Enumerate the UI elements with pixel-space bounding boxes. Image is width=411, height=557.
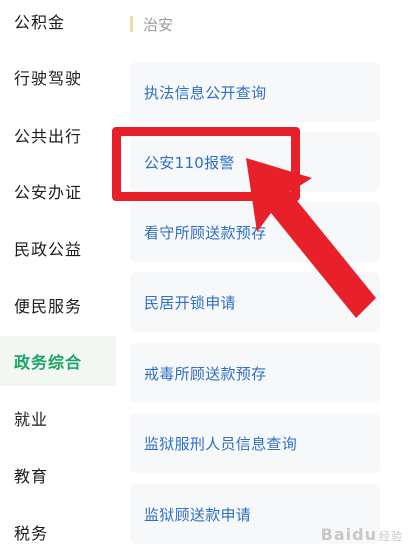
service-card-label: 戒毒所顾送款预存 (144, 364, 267, 383)
sidebar-item-public-transit[interactable]: 公共出行 (0, 110, 116, 160)
service-card-label: 民居开锁申请 (144, 293, 236, 312)
service-card[interactable]: 戒毒所顾送款预存 (130, 343, 380, 403)
sidebar-item-civil-affairs[interactable]: 民政公益 (0, 223, 116, 273)
sidebar-item-label: 就业 (14, 410, 49, 429)
sidebar-item-label: 政务综合 (14, 353, 83, 372)
category-sidebar: 公积金 行驶驾驶 公共出行 公安办证 民政公益 便民服务 政务综合 就业 教育 … (0, 0, 116, 550)
service-panel: 治安 执法信息公开查询 公安110报警 看守所顾送款预存 民居开锁申请 戒毒所顾… (116, 0, 411, 550)
sidebar-item-government-affairs[interactable]: 政务综合 (0, 336, 116, 386)
sidebar-item-label: 教育 (14, 467, 49, 486)
section-title: 治安 (143, 15, 174, 34)
sidebar-item-convenience[interactable]: 便民服务 (0, 280, 116, 330)
sidebar-item-label: 公安办证 (14, 183, 83, 202)
watermark-brand: Baidu (320, 525, 377, 544)
sidebar-item-employment[interactable]: 就业 (0, 393, 116, 443)
service-card[interactable]: 民居开锁申请 (130, 272, 380, 332)
section-accent-bar (130, 16, 133, 32)
sidebar-item-driving[interactable]: 行驶驾驶 (0, 52, 116, 102)
sidebar-item-label: 公积金 (14, 13, 66, 32)
sidebar-item-police-certificates[interactable]: 公安办证 (0, 166, 116, 216)
watermark-suffix: 经验 (379, 530, 403, 543)
sidebar-item-education[interactable]: 教育 (0, 450, 116, 500)
sidebar-item-label: 公共出行 (14, 127, 83, 146)
sidebar-item-label: 民政公益 (14, 240, 83, 259)
service-card[interactable]: 执法信息公开查询 (130, 62, 380, 122)
section-header: 治安 (130, 12, 173, 36)
service-card-label: 监狱服刑人员信息查询 (144, 434, 298, 453)
watermark: Baidu 经验 (321, 525, 403, 544)
service-card[interactable]: 看守所顾送款预存 (130, 202, 380, 262)
highlight-box (112, 127, 300, 201)
service-card[interactable]: 监狱服刑人员信息查询 (130, 413, 380, 473)
sidebar-item-label: 税务 (14, 524, 49, 543)
sidebar-item-label: 便民服务 (14, 297, 83, 316)
sidebar-item-housing-fund[interactable]: 公积金 (0, 0, 116, 46)
service-card-label: 监狱顾送款申请 (144, 505, 252, 524)
service-card-label: 看守所顾送款预存 (144, 223, 267, 242)
sidebar-item-label: 行驶驾驶 (14, 69, 83, 88)
service-card-label: 执法信息公开查询 (144, 83, 267, 102)
